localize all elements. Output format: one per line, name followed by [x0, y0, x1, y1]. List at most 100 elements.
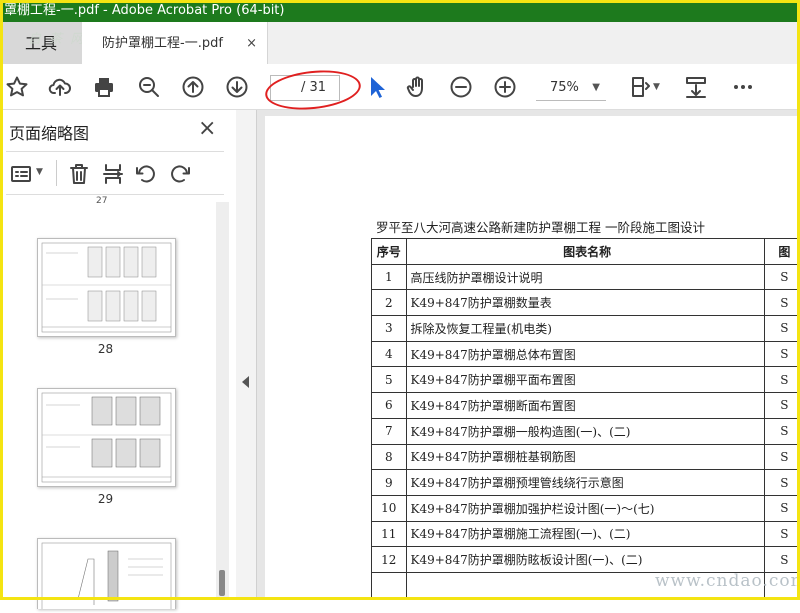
- row-number: 5: [372, 367, 407, 393]
- page-number-field[interactable]: / 31: [270, 75, 340, 101]
- row-title: K49+847防护罩棚平面布置图: [406, 367, 764, 393]
- row-number: 6: [372, 393, 407, 419]
- row-code: S: [764, 495, 800, 521]
- close-tab-icon[interactable]: ×: [246, 22, 257, 66]
- table-row: 9K49+847防护罩棚预埋管线绕行示意图S: [372, 470, 800, 496]
- insert-page-icon[interactable]: [99, 160, 127, 188]
- hand-tool-icon[interactable]: [402, 72, 432, 102]
- select-cursor-icon[interactable]: [363, 72, 393, 102]
- zoom-level-select[interactable]: 75% ▼: [536, 76, 606, 101]
- scrollbar-thumb[interactable]: [219, 570, 225, 596]
- row-number: 12: [372, 547, 407, 573]
- row-code: S: [764, 470, 800, 496]
- tab-bar: 工具 自 茶 网 防护罩棚工程-一.pdf ×: [0, 22, 800, 65]
- table-row: 11K49+847防护罩棚施工流程图(一)、(二)S: [372, 521, 800, 547]
- page-thumbnails-panel: 页面缩略图 × ▼ 27: [0, 110, 237, 600]
- more-options-icon[interactable]: [728, 72, 758, 102]
- row-title: K49+847防护罩棚数量表: [406, 290, 764, 316]
- row-title: K49+847防护罩棚防眩板设计图(一)、(二): [406, 547, 764, 573]
- row-title: 拆除及恢复工程量(机电类): [406, 316, 764, 342]
- zoom-out-icon[interactable]: [446, 72, 476, 102]
- row-code: S: [764, 547, 800, 573]
- row-number: 9: [372, 470, 407, 496]
- row-code: S: [764, 444, 800, 470]
- panel-title: 页面缩略图: [9, 120, 89, 144]
- divider: [6, 151, 224, 152]
- row-title: K49+847防护罩棚桩基钢筋图: [406, 444, 764, 470]
- row-code: S: [764, 418, 800, 444]
- divider: [56, 160, 57, 186]
- table-header: 图: [764, 239, 800, 265]
- row-title: 高压线防护罩棚设计说明: [406, 264, 764, 290]
- rotate-right-icon[interactable]: [166, 160, 194, 188]
- table-row: 10K49+847防护罩棚加强护栏设计图(一)～(七)S: [372, 495, 800, 521]
- scroll-mode-icon[interactable]: [681, 72, 711, 102]
- toolbar: ▼: [0, 64, 800, 110]
- document-heading: 罗平至八大河高速公路新建防护罩棚工程 一阶段施工图设计: [376, 217, 705, 236]
- table-header: 图表名称: [406, 239, 764, 265]
- row-number: [372, 572, 407, 598]
- thumbnail-options-icon[interactable]: ▼: [8, 160, 46, 188]
- chevron-down-icon: ▼: [592, 76, 600, 100]
- table-row: 3拆除及恢复工程量(机电类)S: [372, 316, 800, 342]
- row-code: S: [764, 290, 800, 316]
- tab-document[interactable]: 防护罩棚工程-一.pdf ×: [82, 22, 268, 65]
- row-number: 8: [372, 444, 407, 470]
- zoom-level-value: 75%: [550, 76, 579, 100]
- chevron-left-icon: [242, 376, 249, 388]
- tab-document-label: 防护罩棚工程-一.pdf: [102, 36, 223, 51]
- previous-page-icon[interactable]: [178, 72, 208, 102]
- rotate-left-icon[interactable]: [132, 160, 160, 188]
- table-row: 12K49+847防护罩棚防眩板设计图(一)、(二)S: [372, 547, 800, 573]
- delete-trash-icon[interactable]: [65, 160, 93, 188]
- row-code: S: [764, 264, 800, 290]
- table-row: 1高压线防护罩棚设计说明S: [372, 264, 800, 290]
- row-code: S: [764, 316, 800, 342]
- thumbnail-scrollbar[interactable]: [216, 202, 229, 600]
- zoom-in-icon[interactable]: [490, 72, 520, 102]
- site-watermark: www.cndao.com: [655, 571, 800, 591]
- table-header: 序号: [372, 239, 407, 265]
- logo-watermark: 自 茶 网: [28, 28, 85, 47]
- thumbnail-page-30[interactable]: [37, 538, 176, 609]
- table-row: 5K49+847防护罩棚平面布置图S: [372, 367, 800, 393]
- close-panel-icon[interactable]: ×: [198, 116, 216, 141]
- table-row: 8K49+847防护罩棚桩基钢筋图S: [372, 444, 800, 470]
- divider: [6, 194, 224, 195]
- thumbnail-label: 29: [37, 492, 174, 506]
- row-number: 7: [372, 418, 407, 444]
- row-title: K49+847防护罩棚预埋管线绕行示意图: [406, 470, 764, 496]
- drawing-index-table: 序号 图表名称 图 1高压线防护罩棚设计说明S 2K49+847防护罩棚数量表S…: [371, 238, 800, 599]
- collapse-panel-handle[interactable]: [236, 110, 257, 600]
- row-number: 4: [372, 341, 407, 367]
- table-row: 4K49+847防护罩棚总体布置图S: [372, 341, 800, 367]
- row-code: S: [764, 521, 800, 547]
- thumbnail-page-28[interactable]: [37, 238, 176, 337]
- cloud-upload-icon[interactable]: [45, 72, 75, 102]
- row-code: S: [764, 367, 800, 393]
- page-number-input[interactable]: [273, 78, 299, 98]
- table-row: 2K49+847防护罩棚数量表S: [372, 290, 800, 316]
- page-display-icon[interactable]: ▼: [626, 72, 664, 102]
- thumbnail-page-29[interactable]: [37, 388, 176, 487]
- row-number: 3: [372, 316, 407, 342]
- row-number: 11: [372, 521, 407, 547]
- row-number: 1: [372, 264, 407, 290]
- row-code: S: [764, 341, 800, 367]
- row-title: K49+847防护罩棚总体布置图: [406, 341, 764, 367]
- page-total: / 31: [301, 76, 326, 100]
- thumbnail-label-partial: 27: [96, 196, 107, 206]
- row-title: K49+847防护罩棚断面布置图: [406, 393, 764, 419]
- print-icon[interactable]: [89, 72, 119, 102]
- row-title: K49+847防护罩棚一般构造图(一)、(二): [406, 418, 764, 444]
- row-title: K49+847防护罩棚施工流程图(一)、(二): [406, 521, 764, 547]
- table-row: 7K49+847防护罩棚一般构造图(一)、(二)S: [372, 418, 800, 444]
- table-header-row: 序号 图表名称 图: [372, 239, 800, 265]
- table-row: 6K49+847防护罩棚断面布置图S: [372, 393, 800, 419]
- zoom-search-icon[interactable]: [134, 72, 164, 102]
- bookmark-star-icon[interactable]: [2, 72, 32, 102]
- row-title: K49+847防护罩棚加强护栏设计图(一)～(七): [406, 495, 764, 521]
- next-page-icon[interactable]: [222, 72, 252, 102]
- row-code: S: [764, 393, 800, 419]
- document-viewport[interactable]: 罗平至八大河高速公路新建防护罩棚工程 一阶段施工图设计 序号 图表名称 图 1高…: [257, 110, 800, 600]
